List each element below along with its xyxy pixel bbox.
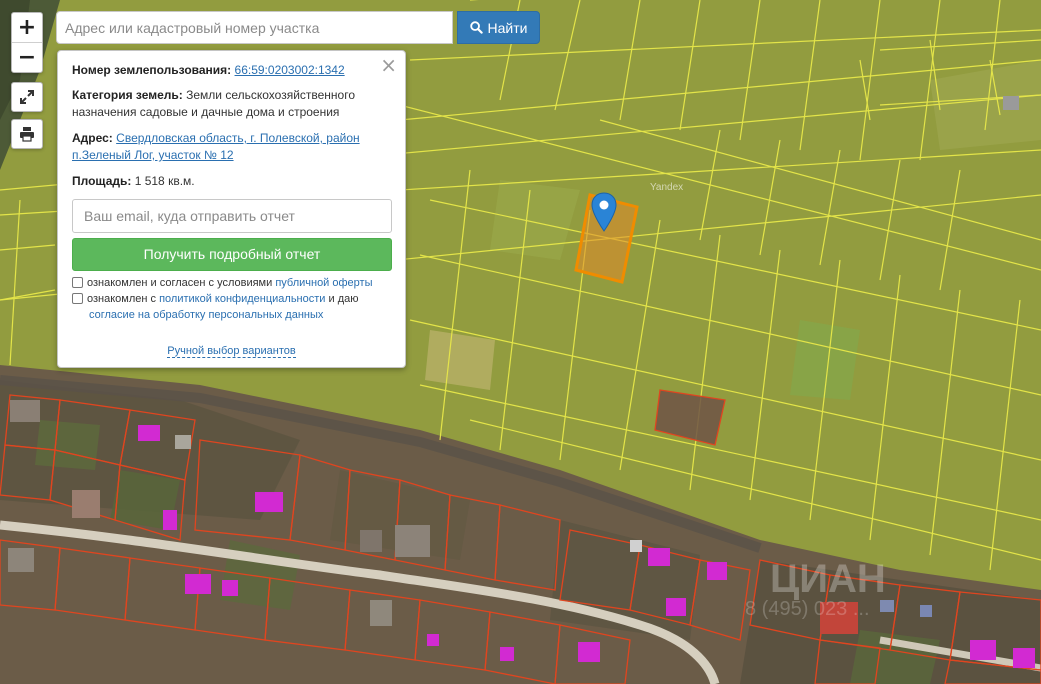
zoom-control: + − [11, 12, 43, 73]
area-label: Площадь: [72, 174, 132, 188]
offer-consent-row: ознакомлен и согласен с условиями публич… [72, 275, 373, 291]
land-category-label: Категория земель: [72, 88, 183, 102]
manual-choice-row: Ручной выбор вариантов [58, 345, 405, 358]
parcel-info-panel: × Номер землепользования: 66:59:0203002:… [57, 50, 406, 368]
address-row: Адрес: Свердловская область, г. Полевско… [72, 130, 392, 164]
area-value: 1 518 кв.м. [134, 174, 195, 188]
map-watermark-phone: 8 (495) 023 ... [745, 598, 870, 620]
address-link[interactable]: Свердловская область, г. Полевской, райо… [72, 131, 360, 162]
privacy-consent-mid: и даю [325, 293, 359, 305]
search-button[interactable]: Найти [457, 11, 540, 44]
map-watermark: ЦИАН [770, 557, 886, 601]
address-search-input[interactable] [56, 11, 453, 44]
search-icon [469, 21, 483, 34]
address-label: Адрес: [72, 131, 113, 145]
cadastral-number-label: Номер землепользования: [72, 63, 232, 77]
zoom-out-button[interactable]: − [12, 42, 42, 72]
privacy-consent-text: ознакомлен с [87, 293, 160, 305]
get-report-button[interactable]: Получить подробный отчет [72, 238, 392, 271]
land-category-row: Категория земель: Земли сельскохозяйстве… [72, 87, 392, 121]
manual-choice-link[interactable]: Ручной выбор вариантов [167, 345, 296, 358]
search-button-label: Найти [487, 19, 528, 36]
expand-icon [20, 90, 34, 104]
privacy-policy-link[interactable]: политикой конфиденциальности [159, 293, 325, 305]
print-button[interactable] [11, 119, 43, 149]
map-provider-label: Yandex [650, 182, 683, 193]
printer-icon [20, 127, 34, 142]
location-marker-icon[interactable] [591, 192, 617, 232]
email-field[interactable] [72, 199, 392, 233]
privacy-consent-checkbox[interactable] [72, 293, 83, 304]
cadastral-number-link[interactable]: 66:59:0203002:1342 [235, 63, 345, 77]
public-offer-link[interactable]: публичной оферты [275, 277, 372, 289]
offer-consent-text: ознакомлен и согласен с условиями [87, 277, 276, 289]
privacy-consent-row: ознакомлен с политикой конфиденциальност… [72, 291, 392, 323]
cadastral-number-row: Номер землепользования: 66:59:0203002:13… [72, 62, 392, 79]
fullscreen-button[interactable] [11, 82, 43, 112]
personal-data-consent-link[interactable]: согласие на обработку персональных данны… [89, 309, 323, 321]
zoom-in-button[interactable]: + [12, 13, 42, 42]
area-row: Площадь: 1 518 кв.м. [72, 173, 392, 190]
offer-consent-checkbox[interactable] [72, 277, 83, 288]
